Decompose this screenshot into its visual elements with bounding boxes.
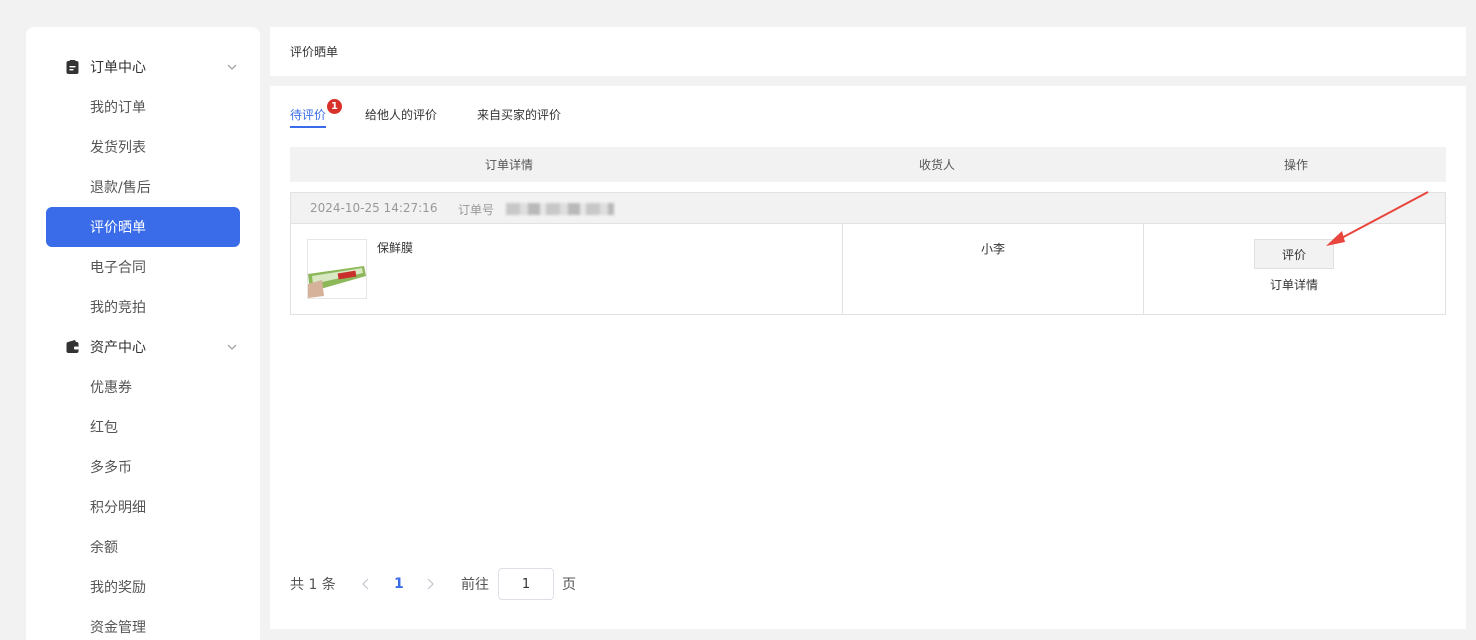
sidebar-group-label: 订单中心 <box>90 60 146 76</box>
tab-reviews-from-buyers[interactable]: 来自买家的评价 <box>477 106 561 128</box>
pagination-goto-input[interactable] <box>498 568 554 600</box>
column-divider <box>1143 224 1144 314</box>
product-name[interactable]: 保鲜膜 <box>377 239 413 256</box>
sidebar-item-funds[interactable]: 资金管理 <box>46 607 240 640</box>
sidebar-group-asset-center[interactable]: 资产中心 <box>26 327 260 367</box>
page-title-bar: 评价晒单 <box>270 27 1466 76</box>
sidebar-item-red-packets[interactable]: 红包 <box>46 407 240 447</box>
pagination-page-suffix: 页 <box>562 577 576 593</box>
product-thumbnail[interactable] <box>307 239 367 299</box>
column-header-order-details: 订单详情 <box>484 158 533 172</box>
tab-count-badge: 1 <box>327 99 342 114</box>
tab-pending-review[interactable]: 待评价 <box>290 106 326 128</box>
table-header: 订单详情 收货人 操作 <box>290 147 1446 182</box>
order-number-label: 订单号 <box>458 203 495 217</box>
chevron-down-icon[interactable] <box>226 341 238 353</box>
sidebar: 订单中心 我的订单 发货列表 退款/售后 评价晒单 电子合同 我的竞拍 资产中心… <box>26 27 260 640</box>
order-datetime: 2024-10-25 14:27:16 <box>310 201 438 215</box>
sidebar-item-points[interactable]: 积分明细 <box>46 487 240 527</box>
order-number-redacted <box>506 203 614 215</box>
clipboard-icon <box>66 60 79 74</box>
sidebar-item-my-orders[interactable]: 我的订单 <box>46 87 240 127</box>
column-header-actions: 操作 <box>1283 158 1308 172</box>
sidebar-item-coins[interactable]: 多多币 <box>46 447 240 487</box>
cling-wrap-image <box>308 240 366 298</box>
sidebar-item-shipping-list[interactable]: 发货列表 <box>46 127 240 167</box>
order-receiver-cell: 小李 <box>843 224 1143 314</box>
sidebar-item-reviews[interactable]: 评价晒单 <box>46 207 240 247</box>
tab-label: 给他人的评价 <box>365 108 438 122</box>
wallet-icon <box>66 340 79 353</box>
sidebar-item-e-contract[interactable]: 电子合同 <box>46 247 240 287</box>
annotation-arrow <box>1326 191 1429 246</box>
main-panel: 待评价 1 给他人的评价 来自买家的评价 订单详情 收货人 操作 2024-10… <box>270 86 1466 629</box>
chevron-left-icon[interactable] <box>361 577 371 591</box>
chevron-right-icon[interactable] <box>425 577 435 591</box>
order-row: 2024-10-25 14:27:16 订单号 保鲜膜 小李 评价 订单详情 <box>290 192 1446 315</box>
pagination-total: 共 1 条 <box>290 577 336 593</box>
sidebar-group-label: 资产中心 <box>90 340 146 356</box>
sidebar-group-order-center[interactable]: 订单中心 <box>26 47 260 87</box>
sidebar-item-refund[interactable]: 退款/售后 <box>46 167 240 207</box>
tab-label: 待评价 <box>290 108 327 122</box>
pagination-current-page[interactable]: 1 <box>394 568 404 600</box>
column-header-receiver: 收货人 <box>918 158 955 172</box>
page-title: 评价晒单 <box>290 45 339 59</box>
sidebar-item-balance[interactable]: 余额 <box>46 527 240 567</box>
active-tab-indicator <box>290 126 326 128</box>
order-details-link[interactable]: 订单详情 <box>1244 276 1344 293</box>
sidebar-item-my-auctions[interactable]: 我的竞拍 <box>46 287 240 327</box>
pagination-goto-label: 前往 <box>461 577 489 593</box>
sidebar-item-rewards[interactable]: 我的奖励 <box>46 567 240 607</box>
receiver-name: 小李 <box>980 242 1005 256</box>
sidebar-item-coupons[interactable]: 优惠券 <box>46 367 240 407</box>
order-header: 2024-10-25 14:27:16 订单号 <box>291 193 1445 224</box>
order-product-cell: 保鲜膜 <box>291 224 842 314</box>
tab-reviews-given[interactable]: 给他人的评价 <box>365 106 437 128</box>
tab-label: 来自买家的评价 <box>477 108 562 122</box>
chevron-down-icon[interactable] <box>226 61 238 73</box>
